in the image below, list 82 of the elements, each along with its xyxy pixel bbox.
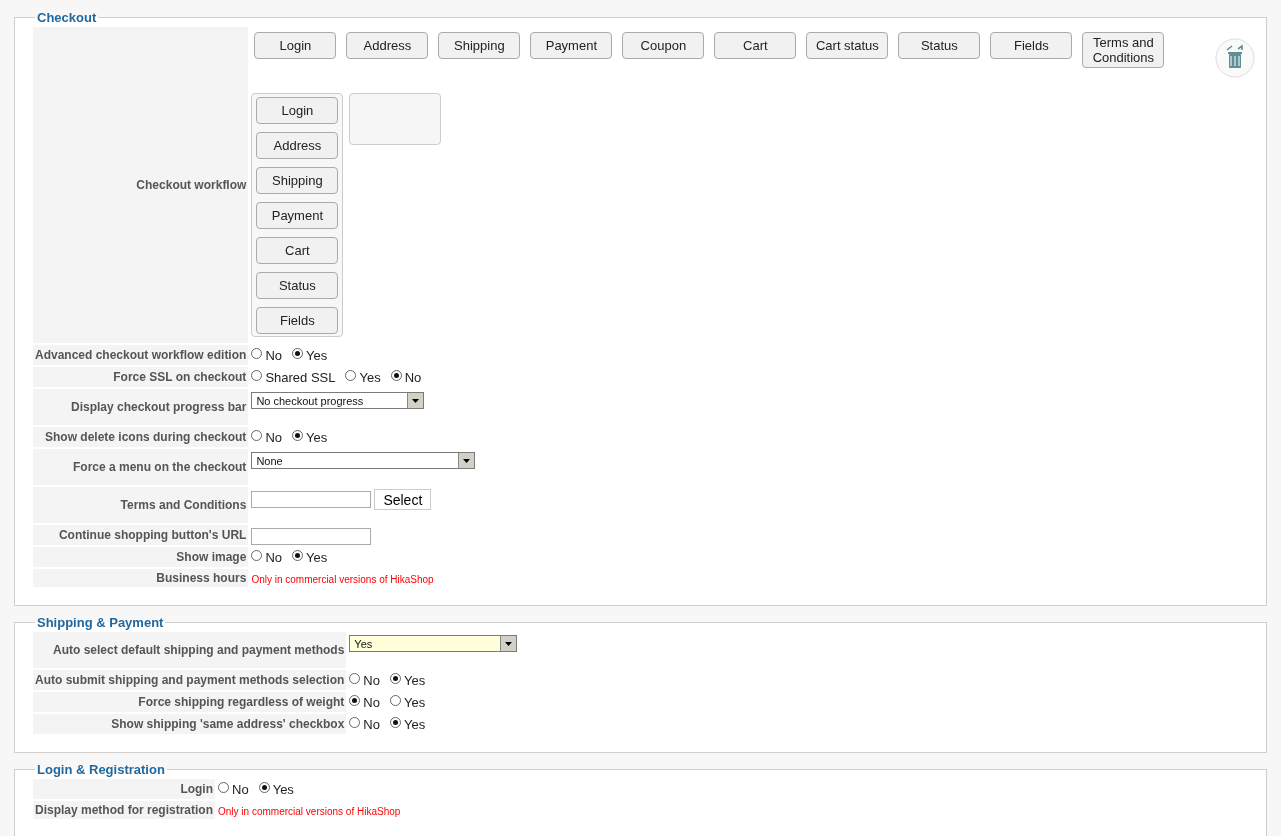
radio-button[interactable] xyxy=(258,782,270,793)
radio-button[interactable] xyxy=(345,370,357,381)
radio-button[interactable] xyxy=(251,550,263,561)
radio-button[interactable] xyxy=(218,782,230,793)
radio-label: Yes xyxy=(306,429,328,445)
caret-icon xyxy=(412,398,420,403)
text-field[interactable] xyxy=(251,527,372,545)
dropdown[interactable]: No checkout progress xyxy=(251,392,425,409)
radio-button[interactable] xyxy=(390,717,401,728)
step-button[interactable]: Cart xyxy=(714,32,797,59)
step-button[interactable]: Fields xyxy=(256,307,339,334)
step-button[interactable]: Login xyxy=(254,32,337,59)
section-title: Checkout xyxy=(36,10,98,25)
section-title: Shipping & Payment xyxy=(36,615,165,630)
step-button[interactable]: Cart xyxy=(256,237,339,264)
radio-button[interactable] xyxy=(349,673,361,684)
setting-label: Show image xyxy=(33,547,249,567)
setting-label: Force SSL on checkout xyxy=(33,367,249,387)
step-button[interactable]: Login xyxy=(256,97,339,124)
setting-label: Display checkout progress bar xyxy=(33,389,249,425)
radio-label: Yes xyxy=(306,549,328,565)
dropdown[interactable]: None xyxy=(251,452,476,469)
radio-button[interactable] xyxy=(390,695,401,706)
radio-label: Yes xyxy=(272,781,294,797)
step-button[interactable]: Fields xyxy=(990,32,1073,59)
radio-label: No xyxy=(404,369,422,385)
setting-label: Force shipping regardless of weight xyxy=(33,692,347,712)
setting-label: Checkout workflow xyxy=(33,27,249,343)
step-button[interactable]: Status xyxy=(256,272,339,299)
setting-label: Show shipping 'same address' checkbox xyxy=(33,714,347,734)
step-button[interactable]: Payment xyxy=(256,202,339,229)
step-button[interactable]: Address xyxy=(256,132,339,159)
radio-label: Yes xyxy=(306,347,328,363)
radio-label: Yes xyxy=(359,369,381,385)
radio-button[interactable] xyxy=(349,717,361,728)
text-field[interactable] xyxy=(251,491,372,508)
dropdown[interactable]: Yes xyxy=(349,635,518,652)
step-button[interactable]: Payment xyxy=(530,32,613,59)
radio-label: No xyxy=(265,549,282,565)
step-button[interactable]: Shipping xyxy=(438,32,521,59)
radio-button[interactable] xyxy=(390,673,401,684)
setting-label: Force a menu on the checkout xyxy=(33,449,249,485)
setting-label: Show delete icons during checkout xyxy=(33,427,249,447)
setting-label: Login xyxy=(33,779,216,799)
radio-label: Yes xyxy=(404,716,426,732)
caret-icon xyxy=(463,458,471,463)
step-button[interactable]: Address xyxy=(346,32,429,59)
radio-button[interactable] xyxy=(292,430,303,441)
radio-button[interactable] xyxy=(349,695,361,706)
radio-label: Shared SSL xyxy=(265,369,336,385)
setting-label: Display method for registration xyxy=(33,801,216,819)
radio-label: No xyxy=(265,429,282,445)
step-button[interactable]: Coupon xyxy=(622,32,705,59)
setting-label: Auto submit shipping and payment methods selection xyxy=(33,670,347,690)
setting-label: Advanced checkout workflow edition xyxy=(33,345,249,365)
trash-icon xyxy=(1214,37,1257,79)
radio-button[interactable] xyxy=(292,348,303,359)
step-button[interactable]: Cart status xyxy=(806,32,889,59)
notice-text: Only in commercial versions of HikaShop xyxy=(251,574,434,585)
setting-label: Business hours xyxy=(33,569,249,587)
radio-label: No xyxy=(363,672,380,688)
radio-button[interactable] xyxy=(390,370,402,381)
radio-button[interactable] xyxy=(292,550,303,561)
radio-button[interactable] xyxy=(251,430,263,441)
step-button[interactable]: Terms and Conditions xyxy=(1082,32,1165,68)
section-title: Login & Registration xyxy=(36,762,166,777)
radio-label: No xyxy=(363,694,380,710)
radio-label: No xyxy=(232,781,249,797)
setting-label: Terms and Conditions xyxy=(33,487,249,523)
step-button[interactable]: Status xyxy=(898,32,981,59)
radio-label: Yes xyxy=(404,672,426,688)
radio-label: No xyxy=(265,347,282,363)
radio-label: No xyxy=(363,716,380,732)
select-button[interactable]: Select xyxy=(374,489,432,510)
radio-label: Yes xyxy=(404,694,426,710)
setting-label: Continue shopping button's URL xyxy=(33,525,249,545)
caret-icon xyxy=(505,641,513,646)
radio-button[interactable] xyxy=(251,348,263,359)
setting-label: Auto select default shipping and payment methods xyxy=(33,632,347,668)
radio-button[interactable] xyxy=(251,370,263,381)
notice-text: Only in commercial versions of HikaShop xyxy=(218,806,401,817)
step-button[interactable]: Shipping xyxy=(256,167,339,194)
